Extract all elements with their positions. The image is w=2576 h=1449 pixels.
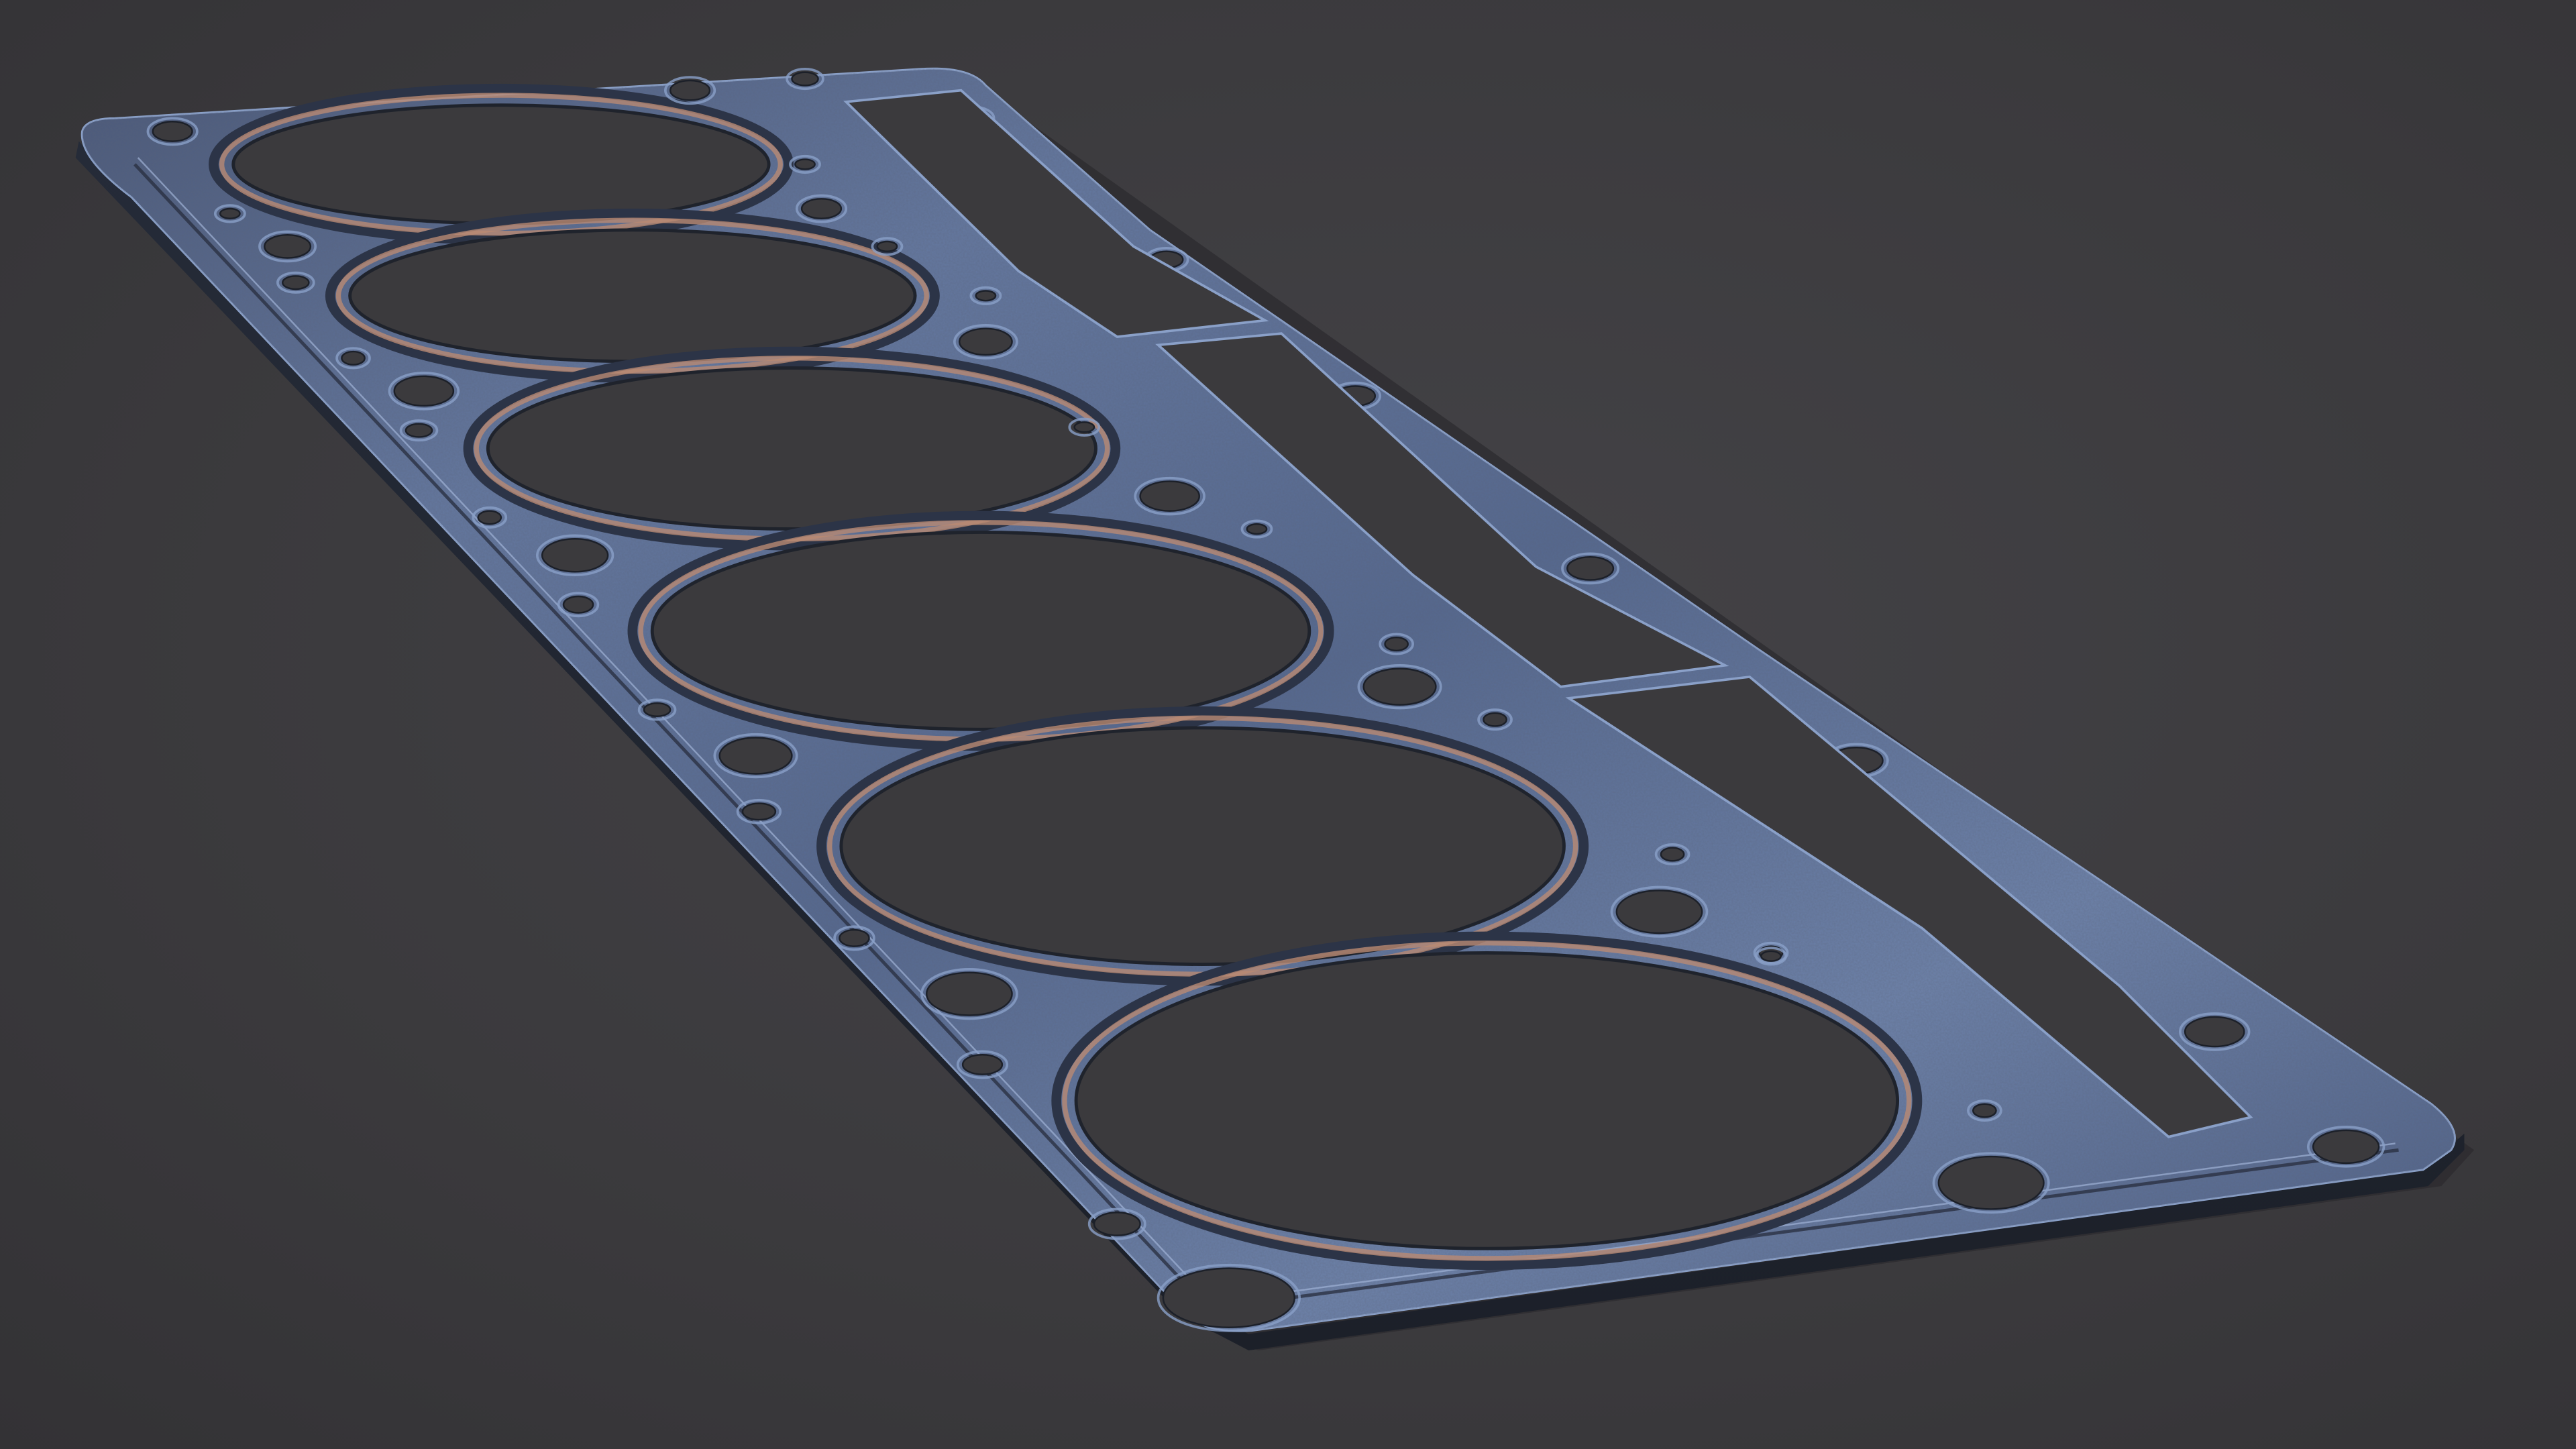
cylinder-bore-1 bbox=[231, 103, 771, 225]
cylinder-bore-2 bbox=[348, 228, 917, 364]
bolt-hole bbox=[839, 928, 870, 947]
bolt-hole bbox=[264, 233, 312, 259]
bolt-hole bbox=[1615, 890, 1703, 934]
bolt-hole bbox=[1760, 950, 1782, 962]
bolt-hole bbox=[1384, 636, 1409, 652]
bolt-hole bbox=[800, 198, 843, 219]
cylinder-bore-3 bbox=[486, 366, 1097, 531]
bolt-hole bbox=[152, 121, 193, 142]
bolt-hole bbox=[1566, 555, 1615, 581]
bolt-hole bbox=[794, 158, 816, 170]
bolt-hole bbox=[541, 538, 609, 573]
bolt-hole bbox=[958, 327, 1013, 356]
bolt-hole bbox=[643, 702, 672, 717]
bolt-hole bbox=[975, 290, 997, 302]
bolt-hole bbox=[282, 275, 310, 290]
bolt-hole bbox=[1972, 1103, 1997, 1118]
bolt-hole bbox=[477, 510, 502, 525]
bolt-hole bbox=[393, 375, 455, 407]
bolt-hole bbox=[1073, 421, 1095, 433]
bolt-hole bbox=[1139, 480, 1200, 512]
bolt-hole bbox=[718, 737, 793, 775]
bolt-hole bbox=[876, 240, 898, 252]
bolt-hole bbox=[926, 971, 1013, 1016]
bolt-hole bbox=[341, 350, 366, 366]
bolt-hole bbox=[961, 1054, 1004, 1075]
bolt-hole bbox=[2312, 1129, 2380, 1165]
render-scene bbox=[0, 0, 2576, 1449]
cylinder-bore-6 bbox=[1074, 951, 1900, 1250]
head-gasket bbox=[75, 67, 2475, 1351]
bolt-hole bbox=[405, 423, 433, 438]
bolt-hole bbox=[741, 802, 777, 821]
bolt-hole bbox=[1362, 667, 1437, 706]
bolt-hole bbox=[1246, 523, 1268, 535]
cylinder-bore-5 bbox=[839, 726, 1566, 966]
bolt-hole bbox=[791, 71, 819, 87]
bolt-hole bbox=[1483, 712, 1507, 727]
bolt-hole bbox=[219, 207, 241, 219]
bolt-hole bbox=[562, 595, 594, 614]
bolt-hole bbox=[1937, 1155, 2045, 1210]
bolt-hole bbox=[1093, 1212, 1141, 1236]
bolt-hole bbox=[1660, 847, 1685, 862]
bolt-hole bbox=[1162, 1267, 1296, 1328]
bolt-hole bbox=[669, 79, 711, 101]
cylinder-bore-4 bbox=[650, 531, 1311, 731]
bolt-hole bbox=[2184, 1016, 2245, 1048]
